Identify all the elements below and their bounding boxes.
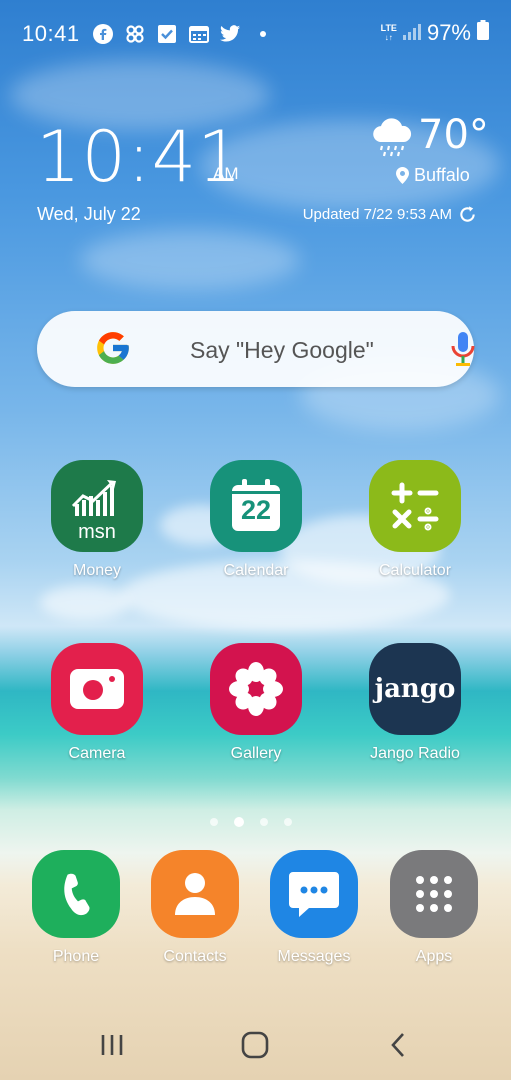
calendar-icon bbox=[188, 23, 209, 44]
weather-temperature[interactable]: 70° bbox=[418, 112, 489, 158]
calculator-icon[interactable] bbox=[369, 460, 461, 552]
app-label: Phone bbox=[52, 948, 100, 965]
app-label: Messages bbox=[277, 948, 351, 965]
search-placeholder[interactable]: Say "Hey Google" bbox=[190, 337, 374, 364]
app-calculator[interactable]: Calculator bbox=[355, 460, 475, 580]
app-label: Calendar bbox=[223, 562, 289, 579]
dock-messages[interactable]: Messages bbox=[254, 850, 374, 966]
clock-time[interactable]: 10:41 bbox=[36, 116, 243, 198]
app-label: Camera bbox=[68, 745, 126, 762]
weather-updated: Updated 7/22 9:53 AM bbox=[303, 205, 477, 224]
google-logo-icon[interactable] bbox=[94, 328, 132, 373]
weather-updated-label: Updated 7/22 9:53 AM bbox=[302, 206, 452, 223]
refresh-icon[interactable] bbox=[458, 205, 477, 224]
battery-icon bbox=[477, 20, 489, 46]
camera-icon[interactable] bbox=[51, 643, 143, 735]
status-time: 10:41 bbox=[22, 21, 80, 46]
app-label: Jango Radio bbox=[370, 745, 460, 762]
back-button[interactable] bbox=[378, 1030, 418, 1060]
clock-ampm: AM bbox=[213, 164, 239, 183]
weather-location[interactable]: Buffalo bbox=[396, 165, 470, 186]
jango-logo-text: jango bbox=[374, 674, 456, 704]
home-button[interactable] bbox=[235, 1030, 275, 1060]
page-dot[interactable] bbox=[260, 818, 268, 826]
gallery-flower-icon[interactable] bbox=[210, 643, 302, 735]
phone-icon[interactable] bbox=[32, 850, 120, 938]
page-dot-active[interactable] bbox=[234, 817, 244, 827]
recents-button[interactable] bbox=[92, 1030, 132, 1060]
messages-icon[interactable] bbox=[270, 850, 358, 938]
app-calendar[interactable]: 22 Calendar bbox=[196, 460, 316, 580]
microphone-icon[interactable] bbox=[450, 332, 476, 371]
facebook-icon bbox=[92, 23, 113, 44]
dock-phone[interactable]: Phone bbox=[16, 850, 136, 966]
location-pin-icon bbox=[396, 167, 409, 184]
battery-percent: 97% bbox=[426, 20, 471, 45]
app-label: Money bbox=[72, 562, 122, 579]
app-camera[interactable]: Camera bbox=[37, 643, 157, 763]
dock-contacts[interactable]: Contacts bbox=[135, 850, 255, 966]
app-gallery[interactable]: Gallery bbox=[196, 643, 316, 763]
page-dot[interactable] bbox=[284, 818, 292, 826]
google-search-bar[interactable]: Say "Hey Google" bbox=[37, 311, 476, 387]
status-bar: 10:41 LTE ↓↑ 97% bbox=[0, 0, 511, 66]
jango-icon[interactable]: jango bbox=[369, 643, 461, 735]
weather-location-label: Buffalo bbox=[414, 165, 470, 185]
dock-apps[interactable]: Apps bbox=[374, 850, 494, 966]
check-icon bbox=[156, 23, 177, 44]
pinwheel-icon bbox=[124, 23, 145, 44]
rain-cloud-icon[interactable] bbox=[370, 118, 414, 163]
app-money[interactable]: msn Money bbox=[37, 460, 157, 580]
page-dot[interactable] bbox=[210, 818, 218, 826]
money-icon[interactable]: msn bbox=[51, 460, 143, 552]
app-label: Calculator bbox=[378, 562, 452, 579]
home-icon bbox=[241, 1031, 269, 1059]
navigation-bar bbox=[0, 1010, 511, 1080]
apps-grid-icon[interactable] bbox=[390, 850, 478, 938]
back-chevron-icon bbox=[391, 1033, 404, 1057]
app-label: Gallery bbox=[230, 745, 282, 762]
contacts-icon[interactable] bbox=[151, 850, 239, 938]
app-jango-radio[interactable]: jango Jango Radio bbox=[355, 643, 475, 763]
signal-icon bbox=[402, 20, 421, 46]
recents-icon bbox=[101, 1035, 123, 1055]
app-label: Apps bbox=[415, 948, 453, 965]
calendar-day: 22 bbox=[240, 494, 272, 525]
clock-date[interactable]: Wed, July 22 bbox=[37, 204, 141, 225]
page-indicator[interactable] bbox=[210, 817, 292, 827]
app-label: Contacts bbox=[163, 948, 227, 965]
calendar-app-icon[interactable]: 22 bbox=[210, 460, 302, 552]
network-type: LTE ↓↑ bbox=[380, 23, 397, 43]
dot-icon bbox=[252, 23, 273, 44]
money-msn-text: msn bbox=[78, 520, 116, 543]
twitter-icon bbox=[220, 23, 241, 44]
